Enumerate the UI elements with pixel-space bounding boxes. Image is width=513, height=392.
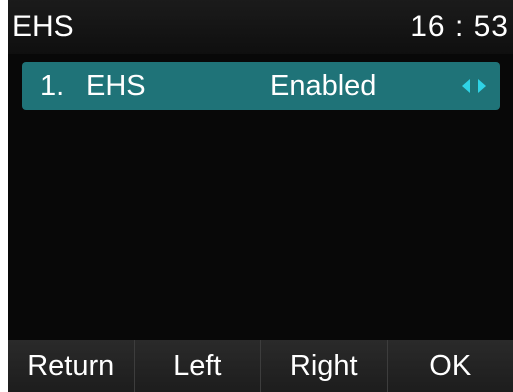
softkey-bar: Return Left Right OK [8, 340, 513, 392]
left-softkey[interactable]: Left [135, 340, 261, 392]
left-arrow-icon[interactable] [462, 79, 470, 93]
menu-item-label: EHS [86, 70, 146, 102]
right-softkey[interactable]: Right [261, 340, 388, 392]
right-arrow-icon[interactable] [478, 79, 486, 93]
title-bar: EHS 16 : 53 [8, 0, 513, 54]
ok-softkey[interactable]: OK [388, 340, 513, 392]
menu-item-ehs[interactable]: 1. EHS Enabled [22, 62, 500, 110]
menu-item-value: Enabled [270, 70, 377, 102]
phone-screen: EHS 16 : 53 1. EHS Enabled Return Left R… [8, 0, 513, 392]
clock: 16 : 53 [410, 10, 509, 43]
return-softkey[interactable]: Return [8, 340, 135, 392]
menu-item-index: 1. [40, 70, 65, 102]
page-title: EHS [12, 10, 74, 43]
